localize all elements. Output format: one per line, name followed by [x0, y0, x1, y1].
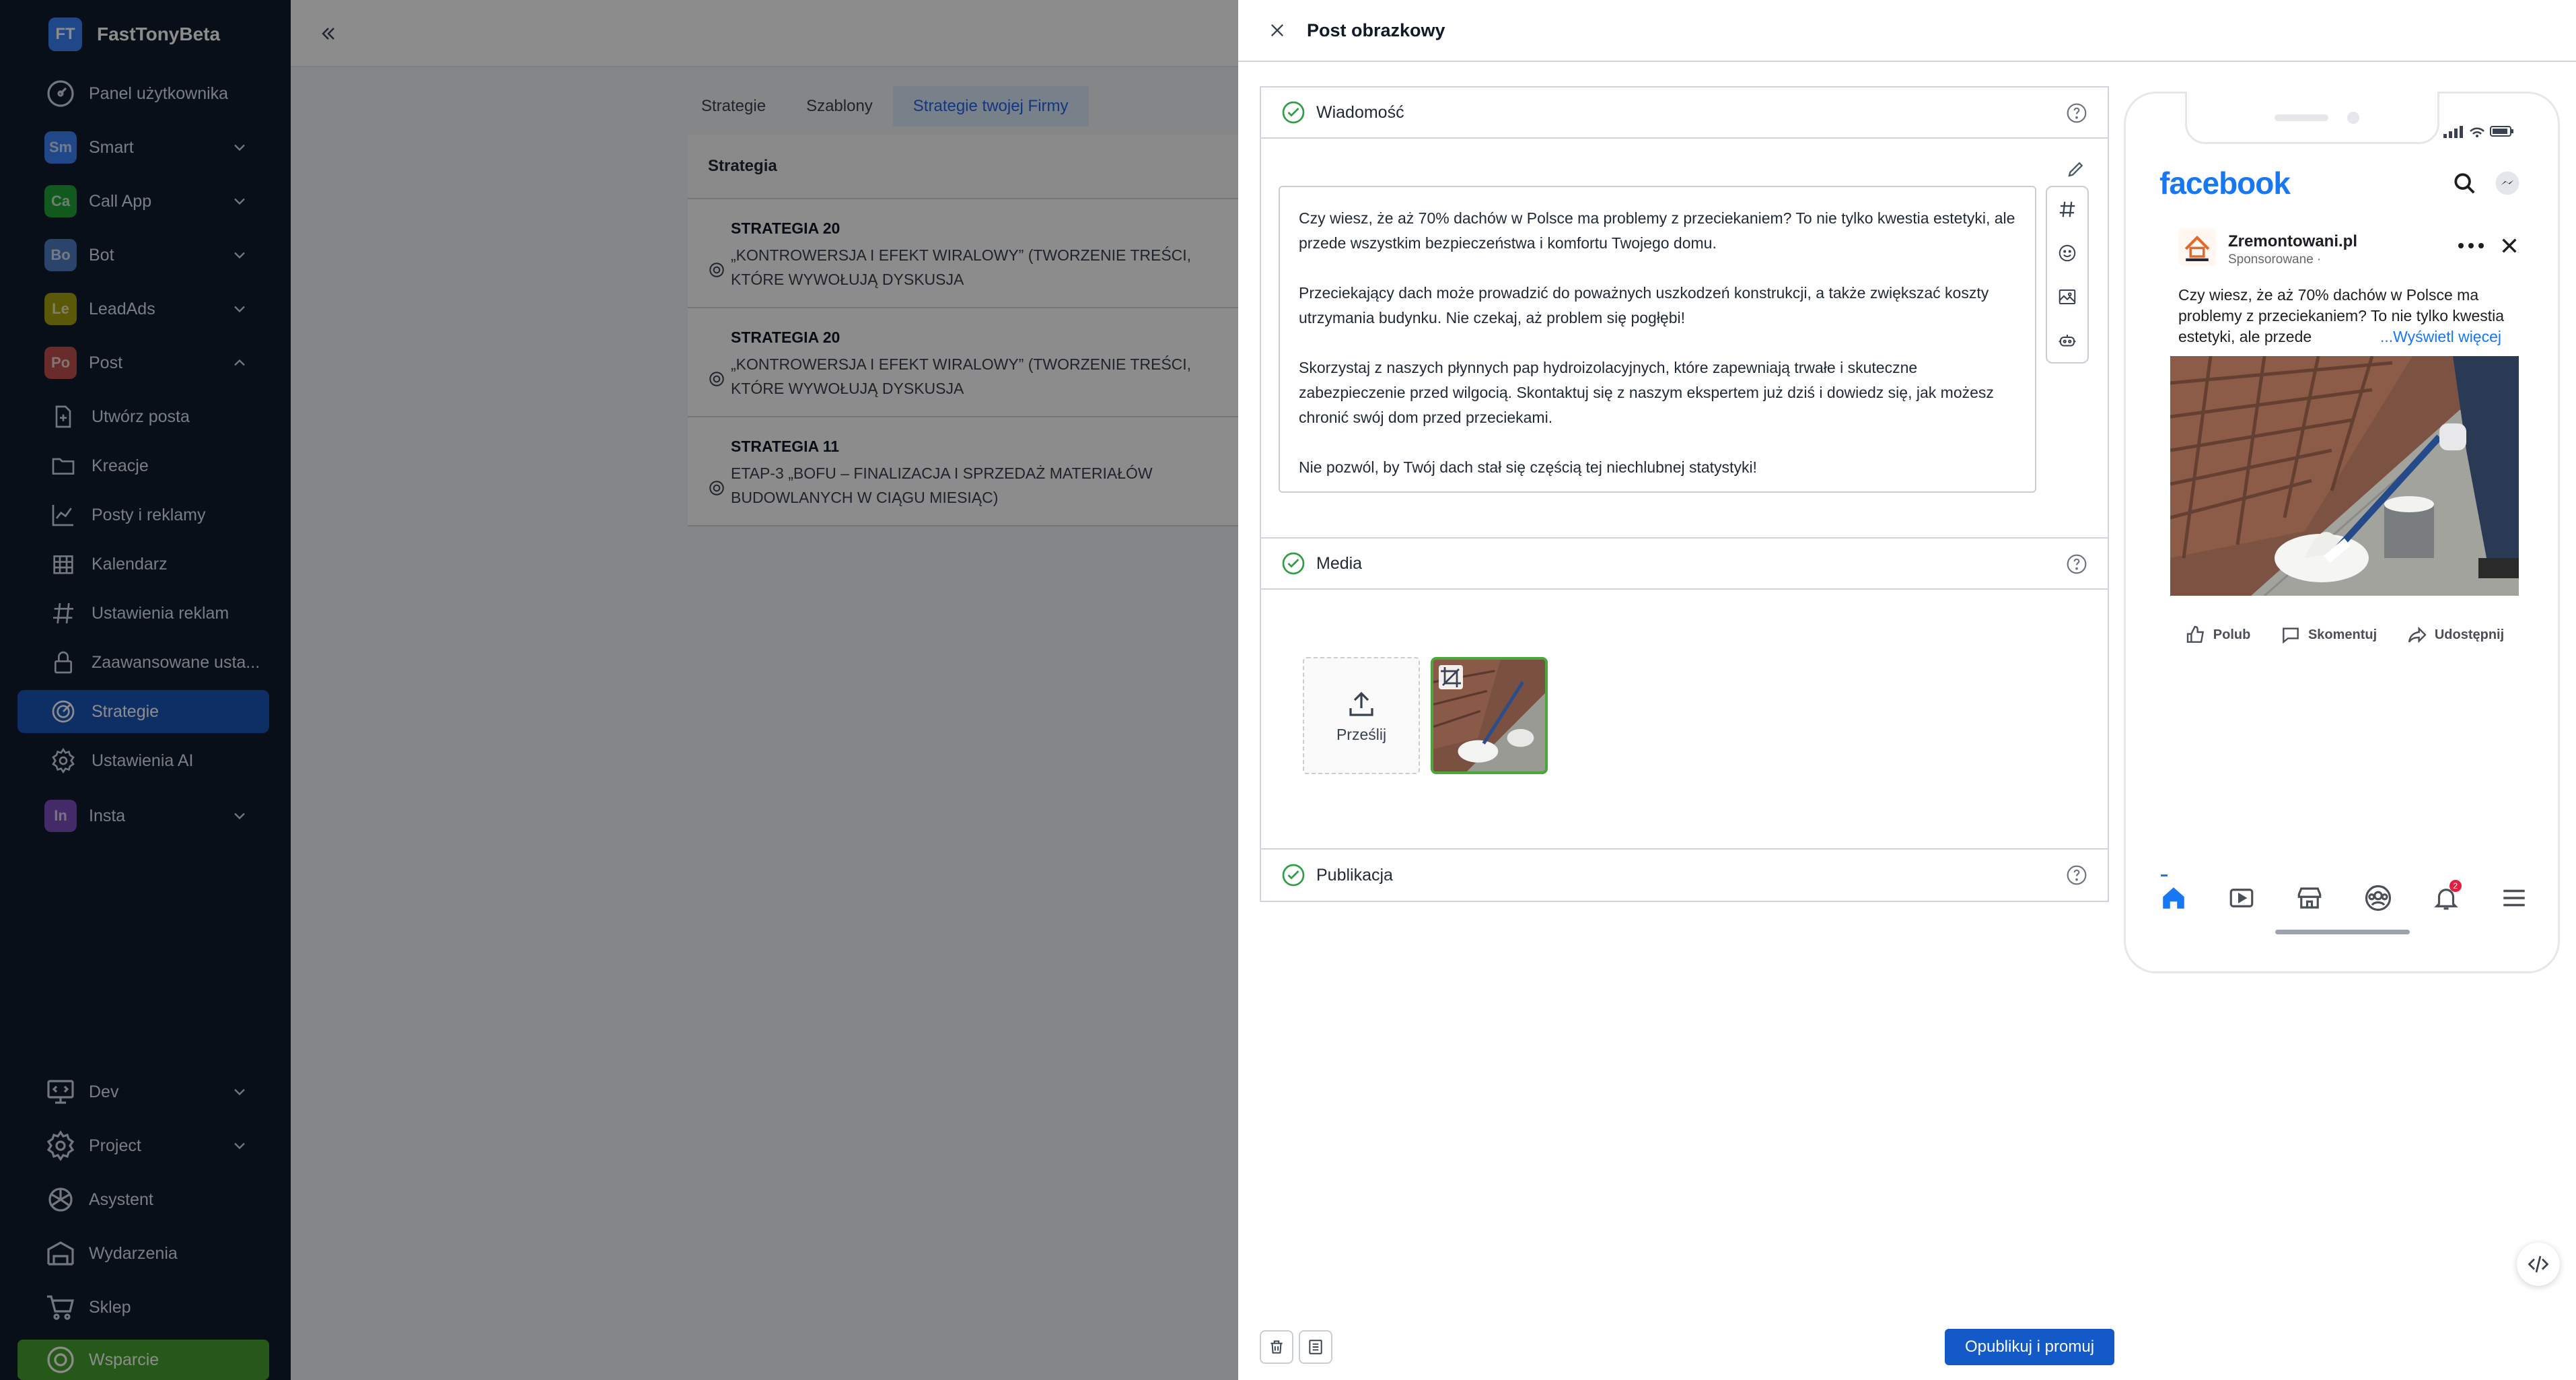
upload-label: Prześlij	[1336, 725, 1387, 743]
notification-badge: 2	[2449, 880, 2462, 892]
facebook-logo: facebook	[2159, 166, 2291, 201]
check-circle-icon	[1281, 100, 1305, 125]
comment-button[interactable]: Skomentuj	[2280, 624, 2377, 646]
section-title: Wiadomość	[1316, 102, 1404, 122]
drawer-title: Post obrazkowy	[1307, 20, 1445, 40]
delete-button[interactable]	[1260, 1330, 1293, 1364]
phone-camera	[2347, 112, 2359, 124]
post-drawer: Post obrazkowy Wiadomość Czy wiesz, że a…	[1238, 0, 2576, 1380]
code-view-button[interactable]	[2517, 1243, 2560, 1286]
comment-icon	[2283, 627, 2299, 644]
facebook-preview-phone: facebook Zremontowani.pl Sponsorowane · …	[2124, 92, 2560, 973]
facebook-bottom-nav: 2	[2159, 880, 2528, 915]
menu-icon[interactable]	[2500, 884, 2528, 912]
groups-icon[interactable]	[2364, 884, 2392, 912]
media-thumbnail[interactable]	[1431, 657, 1548, 774]
close-icon[interactable]	[2499, 235, 2520, 256]
check-circle-icon	[1281, 863, 1305, 887]
emoji-icon[interactable]	[2046, 231, 2089, 275]
drafts-button[interactable]	[1299, 1330, 1332, 1364]
list-icon	[1309, 1340, 1322, 1354]
post-actions: Polub Skomentuj Udostępnij	[2170, 621, 2519, 648]
message-section: Wiadomość Czy wiesz, że aż 70% dachów w …	[1260, 86, 2109, 539]
image-icon[interactable]	[2046, 275, 2089, 318]
page-avatar	[2178, 228, 2216, 266]
ai-bot-icon[interactable]	[2046, 318, 2089, 362]
publish-and-promote-button[interactable]: Opublikuj i promuj	[1945, 1329, 2114, 1365]
share-button[interactable]: Udostępnij	[2406, 624, 2504, 646]
video-icon[interactable]	[2227, 884, 2256, 912]
message-paragraph: Skorzystaj z naszych płynnych pap hydroi…	[1299, 359, 1994, 426]
help-icon[interactable]	[2066, 553, 2087, 575]
publication-section-header[interactable]: Publikacja	[1261, 850, 2108, 901]
marketplace-icon[interactable]	[2295, 884, 2324, 912]
sponsored-label: Sponsorowane ·	[2228, 252, 2322, 267]
crop-icon[interactable]	[1439, 665, 1463, 689]
media-section-header[interactable]: Media	[1261, 539, 2108, 590]
upload-button[interactable]: Prześlij	[1303, 657, 1420, 774]
active-indicator	[2161, 874, 2168, 876]
post-image	[2170, 356, 2519, 596]
publication-section: Publikacja	[1260, 848, 2109, 902]
section-title: Media	[1316, 553, 1363, 573]
message-paragraph: Przeciekający dach może prowadzić do pow…	[1299, 284, 1989, 326]
hashtag-icon[interactable]	[2046, 187, 2089, 231]
phone-speaker	[2275, 114, 2328, 121]
close-icon[interactable]	[1268, 21, 1287, 40]
drawer-header: Post obrazkowy	[1238, 0, 2576, 62]
roof-photo	[2170, 356, 2519, 596]
search-icon[interactable]	[2452, 170, 2477, 196]
more-options-icon[interactable]	[2457, 240, 2485, 251]
section-title: Publikacja	[1316, 865, 1393, 885]
code-icon	[2528, 1255, 2549, 1273]
phone-notch	[2185, 92, 2439, 144]
media-body: Prześlij	[1261, 590, 2108, 850]
messenger-icon[interactable]	[2495, 170, 2520, 196]
see-more-link[interactable]: ...Wyświetl więcej	[2380, 326, 2501, 347]
media-section: Media Prześlij	[1260, 537, 2109, 850]
message-section-header[interactable]: Wiadomość	[1261, 88, 2108, 139]
message-body: Czy wiesz, że aż 70% dachów w Polsce ma …	[1261, 139, 2108, 539]
message-paragraph: Czy wiesz, że aż 70% dachów w Polsce ma …	[1299, 209, 2015, 252]
modal-backdrop[interactable]	[0, 0, 1238, 1380]
trash-icon	[1271, 1340, 1283, 1354]
upload-icon	[1349, 691, 1373, 716]
post-text: Czy wiesz, że aż 70% dachów w Polsce ma …	[2178, 285, 2515, 347]
help-icon[interactable]	[2066, 864, 2087, 886]
help-icon[interactable]	[2066, 102, 2087, 124]
home-icon[interactable]	[2159, 884, 2188, 912]
home-indicator	[2275, 930, 2410, 934]
message-toolbar	[2046, 186, 2089, 364]
message-textarea[interactable]: Czy wiesz, że aż 70% dachów w Polsce ma …	[1279, 186, 2036, 493]
like-button[interactable]: Polub	[2185, 624, 2251, 646]
status-bar-icons	[2443, 126, 2513, 138]
share-label: Udostępnij	[2434, 627, 2505, 642]
pencil-icon[interactable]	[2066, 159, 2086, 179]
thumbs-up-icon	[2186, 625, 2204, 643]
share-icon	[2408, 626, 2427, 644]
like-label: Polub	[2213, 627, 2251, 642]
page-name[interactable]: Zremontowani.pl	[2228, 232, 2357, 251]
message-paragraph: Nie pozwól, by Twój dach stał się części…	[1299, 458, 1757, 476]
comment-label: Skomentuj	[2307, 627, 2377, 642]
notifications-icon[interactable]: 2	[2432, 880, 2462, 912]
check-circle-icon	[1281, 551, 1305, 576]
